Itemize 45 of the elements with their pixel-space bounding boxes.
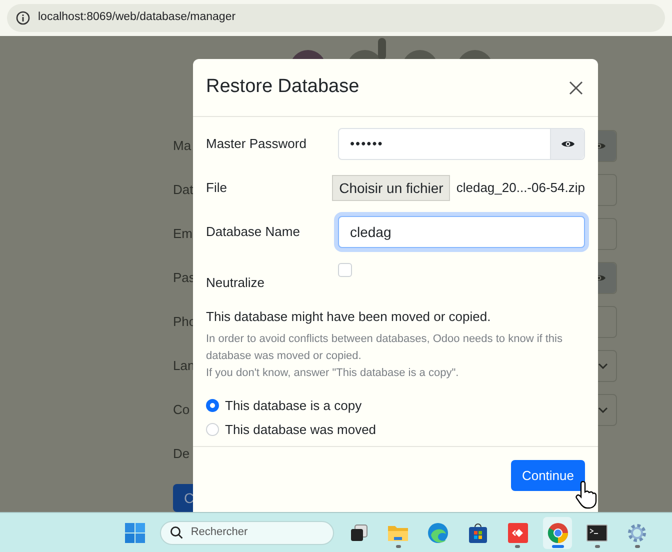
checkbox[interactable] [338,263,352,277]
field-label: File [206,179,228,198]
shopping-bag-icon [468,522,488,544]
search-placeholder: Rechercher [190,525,248,540]
field-label: Master Password [206,135,308,154]
choose-file-button[interactable]: Choisir un fichier [332,175,450,201]
terminal-icon [586,524,608,542]
file-name: cledag_20...-06-54.zip [456,179,585,198]
close-button[interactable] [567,78,585,96]
running-indicator [515,544,520,548]
eye-icon [560,139,574,149]
notice-heading: This database might have been moved or copied. [206,308,492,326]
field-label: Dat [173,182,194,197]
dialog-title: Restore Database [206,75,360,100]
search-icon [170,526,183,539]
field-label: Ma [173,138,192,153]
ball-icon [546,522,569,544]
radio-label: This database is a copy [225,396,362,415]
password-field[interactable]: •••••• [338,128,585,160]
info-icon [16,11,30,25]
chevron-down-icon [598,407,608,413]
running-indicator [552,544,564,548]
gear-icon [626,522,648,544]
field-label: De [173,446,190,461]
search-field[interactable]: Rechercher [160,520,334,544]
notice-text: If you don't know, answer "This database is a copy". [206,366,460,380]
grid-icon [124,522,146,544]
field-label: Database Name [206,223,301,242]
stacked-squares-icon [348,522,369,542]
radio-button[interactable] [206,398,219,412]
swirl-icon [427,522,450,544]
show-password-button[interactable] [550,129,584,159]
running-indicator [634,544,640,548]
running-indicator [396,544,401,548]
running-indicator [594,544,600,548]
continue-button[interactable]: Continue [510,460,585,491]
field-label: Neutralize [206,274,266,292]
field-label: Co [173,402,190,417]
address-bar[interactable]: localhost:8069/web/database/manager [7,4,665,32]
radio-label: This database was moved [225,421,376,439]
notice-text: In order to avoid conflicts between databases, Odoo needs to know if this database was moved or copied. [206,332,564,364]
field-label: Em [173,226,192,241]
close-icon [569,80,583,94]
chevron-down-icon [598,363,608,369]
url-text: localhost:8069/web/database/manager [38,10,236,26]
